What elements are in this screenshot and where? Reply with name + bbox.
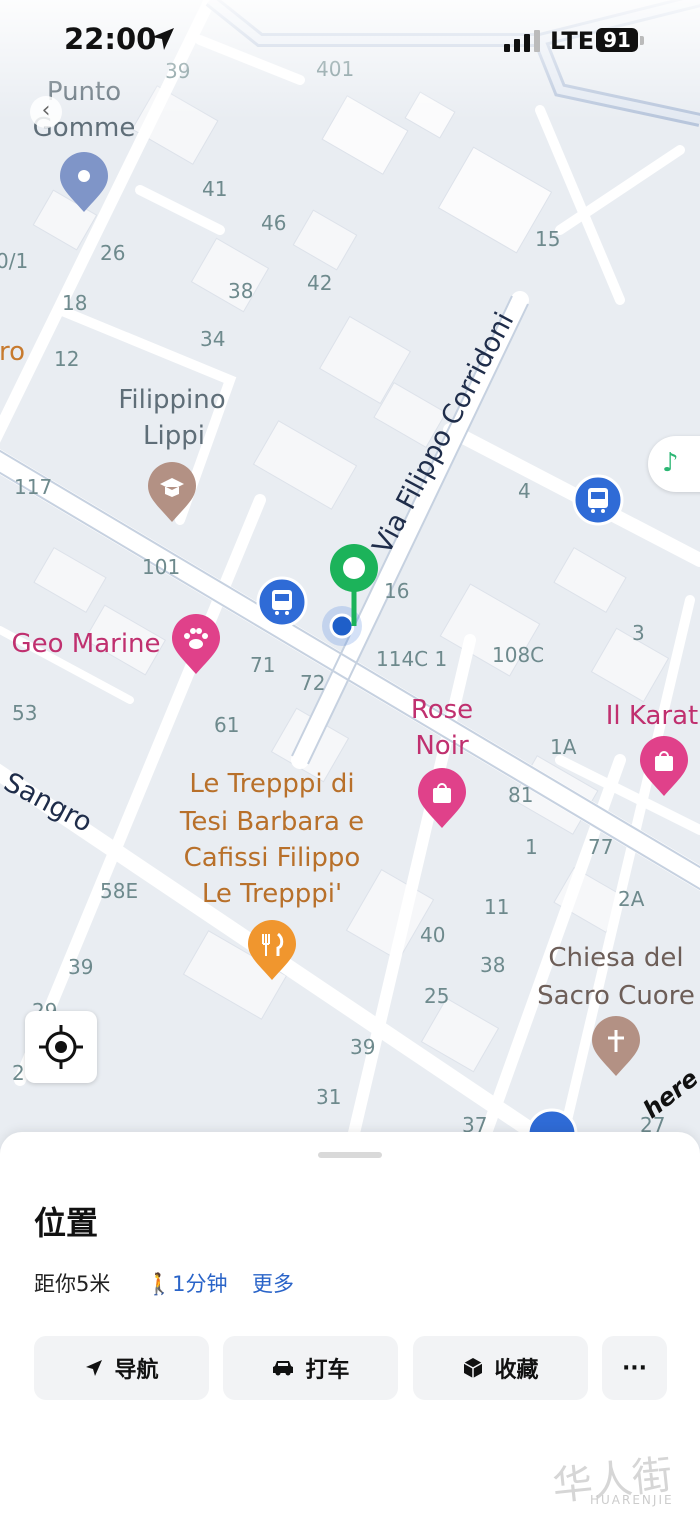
house-number: 61	[214, 713, 239, 737]
chevron-left-icon: ‹	[41, 98, 51, 123]
poi-label-trepppi-3: Cafissi Filippo	[184, 843, 361, 873]
status-bar: 22:00 LTE 91	[0, 0, 700, 80]
house-number: 15	[535, 227, 560, 251]
house-number: 42	[307, 271, 332, 295]
network-type: LTE	[550, 27, 595, 55]
locate-me-button[interactable]	[25, 1011, 97, 1083]
house-number: 58E	[100, 879, 138, 903]
house-number: 39	[68, 955, 93, 979]
poi-label-chiesa: Chiesa del	[548, 943, 683, 973]
battery-nub	[640, 36, 644, 45]
house-number: 77	[588, 835, 613, 859]
house-number: 34	[200, 327, 225, 351]
bus-stop-icon[interactable]	[256, 576, 308, 628]
crosshair-icon	[39, 1025, 83, 1069]
place-title: 位置	[34, 1204, 99, 1242]
status-time: 22:00	[64, 22, 157, 56]
poi-label-trepppi-1: Le Trepppi di	[189, 769, 354, 799]
house-number: 1	[525, 835, 538, 859]
battery-icon: 91	[596, 28, 638, 52]
poi-label-geo-marine: Geo Marine	[11, 629, 160, 659]
poi-label-rose: Rose	[411, 695, 473, 725]
sheet-handle[interactable]	[318, 1152, 382, 1158]
house-number: 81	[508, 783, 533, 807]
save-button[interactable]: 收藏	[413, 1336, 588, 1400]
navigate-label: 导航	[114, 1358, 159, 1383]
house-number: 72	[300, 671, 325, 695]
house-number: 101	[142, 555, 180, 579]
back-button[interactable]: ‹	[30, 96, 62, 128]
signal-icon	[504, 30, 540, 52]
house-number: 0/1	[0, 249, 28, 273]
walk-time[interactable]: 🚶1分钟	[146, 1268, 228, 1298]
music-tab[interactable]: ♪	[648, 436, 700, 492]
house-number: 46	[261, 211, 286, 235]
poi-label-lippi: Lippi	[143, 421, 205, 451]
house-number: 1A	[550, 735, 577, 759]
house-number: 3	[632, 621, 645, 645]
poi-label-trepppi-4: Le Trepppi'	[202, 879, 342, 909]
watermark-subtext: HUARENJIE	[590, 1493, 674, 1507]
house-number: 108C	[492, 643, 544, 667]
taxi-button[interactable]: 打车	[223, 1336, 398, 1400]
house-number: 71	[250, 653, 275, 677]
navigation-arrow-icon	[86, 1360, 103, 1376]
house-number: 117	[14, 475, 52, 499]
car-icon	[273, 1361, 294, 1376]
house-number: 38	[228, 279, 253, 303]
poi-label-il-karat: Il Karat	[606, 701, 699, 731]
map-view[interactable]: 39 401 41 46 26 0/1 15 38 42 18 34 12 11…	[0, 0, 700, 1150]
house-number: 25	[424, 984, 449, 1008]
house-number: 114C 1	[376, 647, 447, 671]
house-number: 31	[316, 1085, 341, 1109]
navigate-button[interactable]: 导航	[34, 1336, 209, 1400]
house-number: 2A	[618, 887, 645, 911]
walking-person-icon: 🚶	[146, 1272, 173, 1296]
location-services-icon	[152, 28, 174, 50]
distance-text: 距你5米	[34, 1272, 111, 1296]
house-number: 4	[518, 479, 531, 503]
house-number: 53	[12, 701, 37, 725]
save-label: 收藏	[494, 1358, 539, 1383]
cube-icon	[464, 1358, 483, 1378]
house-number: 38	[480, 953, 505, 977]
poi-label-filippino: Filippino	[118, 385, 225, 415]
more-link[interactable]: 更多	[252, 1268, 294, 1298]
poi-label-noir: Noir	[415, 731, 469, 761]
house-number: 40	[420, 923, 445, 947]
house-number: 26	[100, 241, 125, 265]
more-options-button[interactable]: ···	[602, 1336, 667, 1400]
poi-label-sacro: Sacro Cuore	[537, 981, 695, 1011]
house-number: 41	[202, 177, 227, 201]
taxi-label: 打车	[305, 1358, 350, 1383]
house-number: 18	[62, 291, 87, 315]
ellipsis-icon: ···	[621, 1355, 648, 1381]
walk-time-label: 1分钟	[172, 1272, 228, 1296]
music-note-icon: ♪	[662, 448, 679, 478]
poi-label-trepppi-2: Tesi Barbara e	[179, 807, 364, 837]
house-number: 39	[350, 1035, 375, 1059]
house-number: 12	[54, 347, 79, 371]
bus-stop-icon[interactable]	[572, 474, 624, 526]
house-number: 11	[484, 895, 509, 919]
poi-label-ro: ro	[0, 337, 25, 367]
house-number: 16	[384, 579, 409, 603]
